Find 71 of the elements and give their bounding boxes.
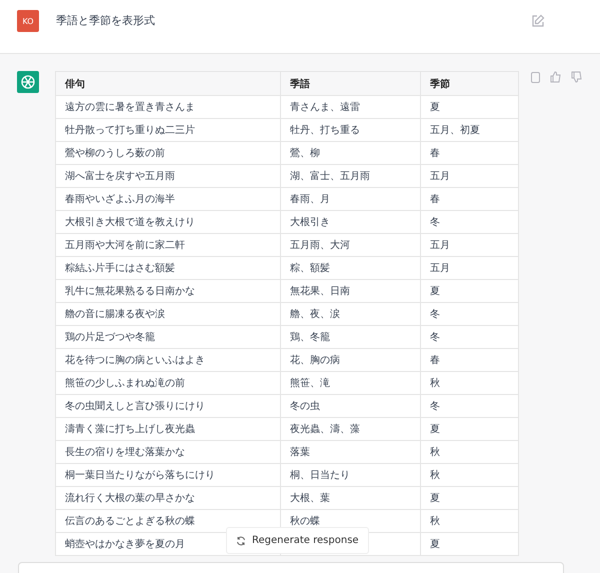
table-cell: 湖、富士、五月雨 (290, 171, 370, 182)
table-cell: 艪、夜、涙 (290, 309, 340, 320)
table-cell: 五月 (430, 171, 450, 182)
table-cell: 鶏の片足づつや冬籠 (65, 332, 155, 343)
table-cell: 流れ行く大根の葉の早さかな (65, 493, 195, 504)
table-cell: 熊笹の少しふまれぬ滝の前 (65, 378, 185, 389)
table-cell: 乳牛に無花果熟るる日南かな (65, 286, 195, 297)
table-cell: 青さんま、遠雷 (290, 102, 360, 113)
table-cell: 鶯、柳 (290, 148, 320, 159)
thumbs-up-icon[interactable] (550, 71, 562, 83)
edit-icon[interactable] (531, 14, 545, 28)
table-cell: 夏 (430, 493, 440, 504)
column-header: 季語 (280, 72, 420, 96)
table-cell: 秋 (430, 470, 440, 481)
table-cell: 夏 (430, 286, 440, 297)
table-cell: 牡丹散って打ち重りぬ二三片 (65, 125, 195, 136)
table-cell: 鶯や柳のうしろ薮の前 (65, 148, 165, 159)
table-cell: 春 (430, 355, 440, 366)
table-cell: 夜光蟲、濤、藻 (290, 424, 360, 435)
user-message: 季語と季節を表形式 (56, 13, 156, 29)
table-cell: 大根、葉 (290, 493, 330, 504)
table-cell: 春雨、月 (290, 194, 330, 205)
thumbs-down-icon[interactable] (571, 71, 583, 83)
table-cell: 蛸壺やはかなき夢を夏の月 (65, 539, 185, 550)
regenerate-button[interactable]: Regenerate response (226, 527, 369, 554)
table-cell: 無花果、日南 (290, 286, 350, 297)
copy-icon[interactable] (530, 71, 541, 83)
table-cell: 冬の虫 (290, 401, 320, 412)
table-cell: 粽結ふ片手にはさむ額髪 (65, 263, 175, 274)
table-cell: 冬 (430, 217, 440, 228)
table-cell: 花を待つに胸の病といふはよき (65, 355, 205, 366)
table-cell: 五月 (430, 263, 450, 274)
column-header: 俳句 (56, 72, 280, 96)
table-cell: 熊笹、滝 (290, 378, 330, 389)
table-cell: 春 (430, 148, 440, 159)
table-cell: 遠方の雲に暑を置き青さんま (65, 102, 195, 113)
table-cell: 牡丹、打ち重る (290, 125, 360, 136)
table-cell: 冬の虫聞えしと言ひ張りにけり (65, 401, 205, 412)
table-cell: 大根引き (290, 217, 330, 228)
table-cell: 桐一葉日当たりながら落ちにけり (65, 470, 215, 481)
table-cell: 鶏、冬籠 (290, 332, 330, 343)
table-cell: 春 (430, 194, 440, 205)
table-cell: 大根引き大根で道を教えけり (65, 217, 195, 228)
table-cell: 濤青く藻に打ち上げし夜光蟲 (65, 424, 195, 435)
table-cell: 秋 (430, 378, 440, 389)
table-cell: 五月雨、大河 (290, 240, 350, 251)
refresh-icon (236, 536, 246, 546)
user-avatar: KO (17, 10, 39, 32)
assistant-logo-icon (17, 71, 39, 93)
table-cell: 花、胸の病 (290, 355, 340, 366)
table-cell: 秋 (430, 447, 440, 458)
table-cell: 秋 (430, 516, 440, 527)
column-header: 季節 (420, 72, 518, 96)
table-cell: 粽、額髪 (290, 263, 330, 274)
table-cell: 五月 (430, 240, 450, 251)
table-cell: 桐、日当たり (290, 470, 350, 481)
table-cell: 冬 (430, 309, 440, 320)
table-cell: 五月、初夏 (430, 125, 480, 136)
table-cell: 落葉 (290, 447, 310, 458)
table-cell: 冬 (430, 332, 440, 343)
table-cell: 春雨やいざよふ月の海半 (65, 194, 175, 205)
table-cell: 艪の音に腸凍る夜や涙 (65, 309, 165, 320)
table-cell: 伝言のあるごとよぎる秋の蝶 (65, 516, 195, 527)
table-cell: 夏 (430, 102, 440, 113)
table-cell: 冬 (430, 401, 440, 412)
table-cell: 五月雨や大河を前に家二軒 (65, 240, 185, 251)
table-cell: 長生の宿りを埋む落葉かな (65, 447, 185, 458)
table-cell: 湖へ富士を戻すや五月雨 (65, 171, 175, 182)
table-cell: 夏 (430, 539, 440, 550)
table-cell: 秋の蝶 (290, 516, 320, 527)
table-cell: 夏 (430, 424, 440, 435)
